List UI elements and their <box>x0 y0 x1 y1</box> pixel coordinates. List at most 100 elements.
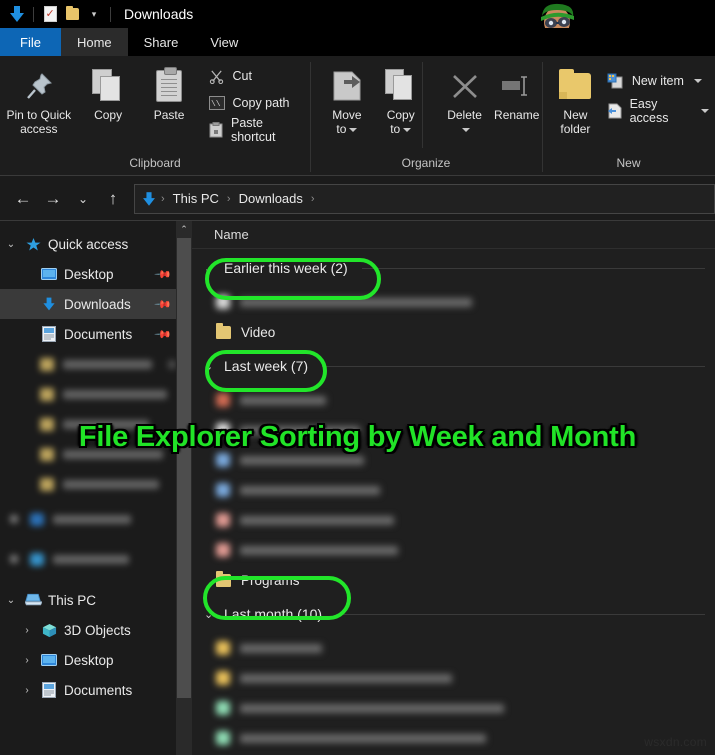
properties-icon[interactable] <box>39 3 61 25</box>
chevron-down-icon[interactable]: ⌄ <box>0 595 22 606</box>
sidebar-item-blurred[interactable] <box>0 349 176 379</box>
scroll-up-icon[interactable]: ⌃ <box>176 221 192 237</box>
list-item[interactable] <box>192 505 715 535</box>
pin-icon[interactable]: 📌 <box>154 325 173 343</box>
forward-arrow-icon[interactable]: → <box>38 184 68 214</box>
copy-to-button[interactable]: Copy to <box>374 56 428 136</box>
chevron-down-icon[interactable]: ⌄ <box>0 239 22 250</box>
group-header-last-week[interactable]: ⌄ Last week (7) <box>192 347 715 385</box>
sidebar-item-dropbox[interactable] <box>0 499 176 539</box>
chevron-right-icon[interactable]: › <box>16 685 38 696</box>
sidebar-item-blurred[interactable] <box>0 439 176 469</box>
sidebar-item-quick-access[interactable]: ⌄ Quick access <box>0 229 176 259</box>
list-item[interactable]: Video <box>192 317 715 347</box>
chevron-right-icon[interactable]: › <box>16 655 38 666</box>
up-arrow-icon[interactable]: ↑ <box>98 184 128 214</box>
easy-access-label: Easy access <box>629 97 669 125</box>
sidebar-item-this-pc-documents[interactable]: › Documents <box>0 675 176 705</box>
new-folder-button[interactable]: New folder <box>550 56 601 136</box>
list-item[interactable] <box>192 693 715 723</box>
new-folder-icon[interactable] <box>61 3 83 25</box>
sidebar-item-label: Desktop <box>64 652 114 668</box>
copy-path-button[interactable]: \\ Copy path <box>208 92 310 114</box>
sidebar-item-label: Documents <box>64 682 133 698</box>
group-header-last-month[interactable]: ⌄ Last month (10) <box>192 595 715 633</box>
pin-to-quick-access-button[interactable]: Pin to Quick access <box>0 56 78 136</box>
list-item[interactable] <box>192 633 715 663</box>
paste-button[interactable]: Paste <box>139 56 200 122</box>
copy-button[interactable]: Copy <box>78 56 139 122</box>
sidebar-item-blurred[interactable] <box>0 409 176 439</box>
tab-view[interactable]: View <box>194 28 254 56</box>
list-item[interactable] <box>192 415 715 445</box>
breadcrumb-this-pc[interactable]: This PC <box>169 191 223 206</box>
delete-button[interactable]: Delete <box>438 56 492 136</box>
chevron-down-icon[interactable] <box>403 127 412 132</box>
file-name <box>240 395 326 405</box>
downloads-arrow-icon[interactable] <box>6 3 28 25</box>
chevron-down-icon[interactable]: ⌄ <box>204 608 224 621</box>
tab-share[interactable]: Share <box>128 28 195 56</box>
sidebar-item-this-pc[interactable]: ⌄ This PC <box>0 585 176 615</box>
file-name <box>240 733 486 743</box>
file-icon <box>216 671 230 685</box>
sidebar-item-blurred[interactable] <box>0 379 176 409</box>
breadcrumb-separator[interactable]: › <box>309 193 317 205</box>
ribbon-tabs: File Home Share View <box>0 28 715 56</box>
paste-shortcut-button[interactable]: Paste shortcut <box>208 116 310 144</box>
list-item[interactable] <box>192 475 715 505</box>
sidebar-item-downloads[interactable]: Downloads 📌 <box>0 289 176 319</box>
list-item[interactable] <box>192 445 715 475</box>
column-header-name[interactable]: Name <box>192 221 715 249</box>
sidebar-item-onedrive[interactable] <box>0 539 176 579</box>
group-rule <box>322 365 705 367</box>
chevron-right-icon[interactable] <box>10 555 18 563</box>
sidebar-item-label <box>63 479 159 489</box>
list-item[interactable] <box>192 287 715 317</box>
chevron-down-icon[interactable]: ⌄ <box>204 262 224 275</box>
back-arrow-icon[interactable]: ← <box>8 184 38 214</box>
new-item-button[interactable]: New item <box>607 70 715 92</box>
chevron-right-icon[interactable] <box>10 515 18 523</box>
sidebar-item-documents[interactable]: Documents 📌 <box>0 319 176 349</box>
scrollbar-thumb[interactable] <box>177 238 191 698</box>
chevron-down-icon[interactable] <box>462 127 471 132</box>
move-to-button[interactable]: Move to <box>320 56 374 136</box>
rename-button[interactable]: Rename <box>491 56 542 122</box>
navigation-pane-scrollbar[interactable]: ⌃ <box>176 221 192 755</box>
list-item[interactable] <box>192 385 715 415</box>
breadcrumb-separator[interactable]: › <box>225 193 233 205</box>
cut-button[interactable]: Cut <box>208 65 310 87</box>
list-item[interactable]: Programs <box>192 565 715 595</box>
new-item-icon <box>607 73 625 89</box>
easy-access-button[interactable]: Easy access <box>607 97 715 125</box>
chevron-right-icon[interactable]: › <box>16 625 38 636</box>
pin-icon[interactable]: 📌 <box>154 265 173 283</box>
list-item[interactable] <box>192 723 715 753</box>
breadcrumb-downloads[interactable]: Downloads <box>235 191 307 206</box>
scissors-icon <box>208 69 226 84</box>
title-bar: ▾ Downloads <box>0 0 715 28</box>
folder-icon <box>216 570 231 587</box>
sidebar-item-blurred[interactable] <box>0 469 176 499</box>
breadcrumb[interactable]: › This PC › Downloads › <box>134 183 715 214</box>
recent-locations-chevron-icon[interactable]: ⌄ <box>68 184 98 214</box>
chevron-down-icon[interactable] <box>701 109 709 113</box>
sidebar-item-label <box>63 419 149 429</box>
chevron-down-icon[interactable] <box>349 127 358 132</box>
tab-file[interactable]: File <box>0 28 61 56</box>
list-item[interactable] <box>192 663 715 693</box>
list-item[interactable] <box>192 535 715 565</box>
sidebar-item-desktop[interactable]: Desktop 📌 <box>0 259 176 289</box>
star-icon <box>22 237 44 252</box>
desktop-icon <box>38 267 60 281</box>
sidebar-item-label <box>63 389 167 399</box>
sidebar-item-this-pc-desktop[interactable]: › Desktop <box>0 645 176 675</box>
sidebar-item-3d-objects[interactable]: › 3D Objects <box>0 615 176 645</box>
chevron-down-icon[interactable]: ⌄ <box>204 360 224 373</box>
group-header-earlier-this-week[interactable]: ⌄ Earlier this week (2) <box>192 249 715 287</box>
tab-home[interactable]: Home <box>60 28 128 56</box>
customize-chevron-icon[interactable]: ▾ <box>83 3 105 25</box>
chevron-down-icon[interactable] <box>693 79 702 83</box>
pin-icon[interactable]: 📌 <box>154 295 173 313</box>
